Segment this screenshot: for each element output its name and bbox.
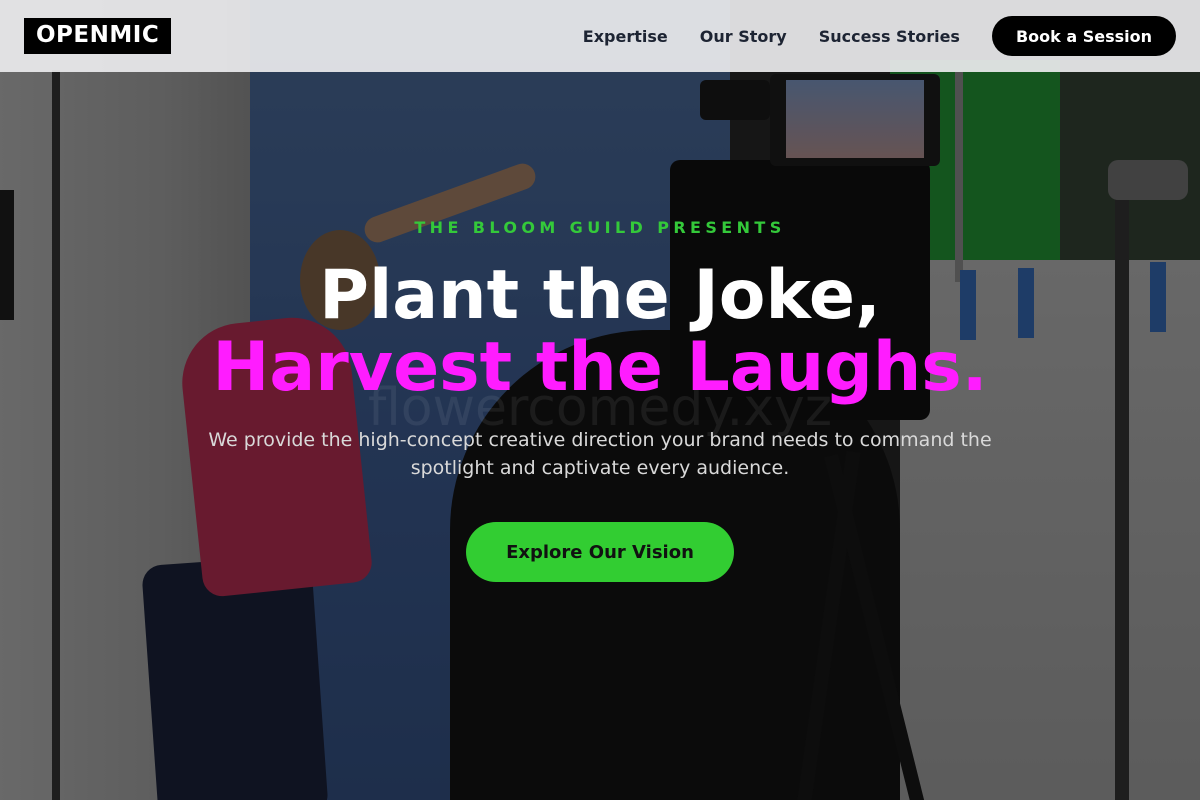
hero-content: THE BLOOM GUILD PRESENTS flowercomedy.xy… xyxy=(0,0,1200,800)
explore-vision-button[interactable]: Explore Our Vision xyxy=(466,522,734,582)
hero-subtext: We provide the high-concept creative dir… xyxy=(208,429,992,479)
hero-headline-line-2: Harvest the Laughs. xyxy=(212,328,988,407)
hero-headline-line-1: Plant the Joke, xyxy=(319,256,881,335)
hero-eyebrow: THE BLOOM GUILD PRESENTS xyxy=(414,218,786,237)
